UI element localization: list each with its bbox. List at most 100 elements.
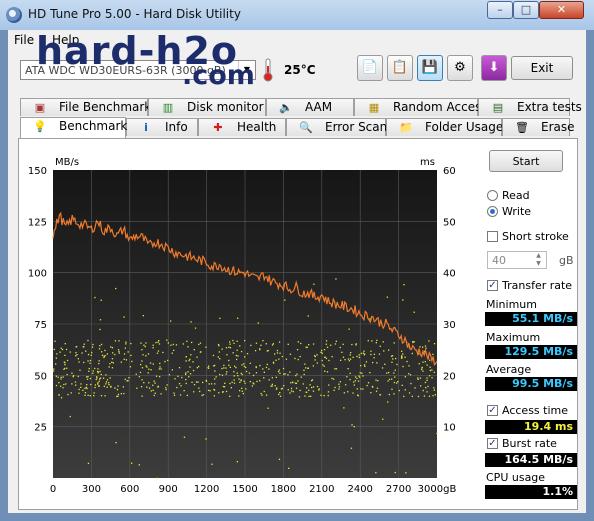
access-time-point [153, 394, 155, 397]
download-button[interactable]: ⬇ [481, 55, 507, 81]
read-radio[interactable] [487, 190, 498, 201]
tab-file-benchmark[interactable]: ▣ File Benchmark [20, 98, 151, 116]
access-time-point [268, 379, 270, 381]
access-time-point [174, 378, 176, 380]
access-time-point [186, 394, 188, 397]
access-time-point [246, 353, 249, 355]
access-time-point [130, 342, 132, 345]
access-time-point [257, 322, 259, 324]
info-icon: i [144, 121, 148, 134]
transfer-rate-checkbox[interactable]: ✓ [487, 280, 498, 291]
access-time-point [88, 367, 90, 370]
menu-file[interactable]: File [14, 33, 34, 47]
access-time-point [239, 345, 241, 347]
access-time-point [362, 352, 365, 354]
access-time-point [125, 343, 127, 345]
access-time-point [78, 361, 80, 363]
tab-folder-usage[interactable]: 📁 Folder Usage [386, 118, 503, 136]
access-time-point [424, 345, 427, 347]
access-time-point [279, 372, 281, 374]
access-time-point [249, 362, 251, 364]
access-time-point [146, 366, 148, 368]
access-time-point [325, 357, 328, 360]
access-time-point [278, 341, 281, 343]
access-time-point [285, 358, 288, 360]
access-time-point [351, 424, 353, 426]
options-button[interactable]: ⚙ [447, 55, 473, 81]
x-tick-label: 600 [120, 484, 139, 495]
access-time-point [348, 360, 350, 362]
tab-random-access[interactable]: ▦ Random Access [354, 98, 488, 116]
save-button[interactable]: 💾 [417, 55, 443, 81]
access-time-point [65, 348, 68, 351]
access-time-point [99, 378, 101, 380]
tab-info[interactable]: i Info [126, 118, 198, 136]
write-radio[interactable] [487, 206, 498, 217]
random-access-icon: ▦ [368, 101, 380, 114]
start-button[interactable]: Start [489, 150, 563, 172]
access-time-point [159, 376, 161, 378]
tab-erase[interactable]: 🗑 Erase [502, 118, 575, 136]
access-time-point [57, 376, 59, 378]
access-time-point [340, 359, 342, 361]
access-time-point [157, 386, 159, 388]
copy-button[interactable]: 📄 [357, 55, 383, 81]
tab-extra-tests[interactable]: ▤ Extra tests [478, 98, 582, 116]
access-time-point [225, 347, 228, 349]
access-time-point [106, 386, 108, 388]
access-time-point [150, 390, 152, 392]
access-time-point [310, 395, 312, 397]
tab-aam[interactable]: 🔈 AAM [266, 98, 354, 116]
spinner-arrows-icon[interactable]: ▲ ▼ [531, 252, 546, 268]
access-time-point [66, 373, 68, 376]
access-time-point [304, 363, 306, 365]
access-time-point [305, 346, 307, 348]
access-time-point [433, 389, 435, 391]
maximize-button[interactable]: □ [513, 1, 539, 19]
access-time-point [367, 382, 370, 384]
access-time-point [86, 378, 89, 380]
access-time-point [165, 388, 167, 391]
access-time-point [429, 359, 431, 361]
copy-info-button[interactable]: 📋 [387, 55, 413, 81]
access-time-point [243, 380, 245, 382]
access-time-point [64, 343, 66, 345]
magnifier-icon: 🔍 [299, 121, 313, 134]
minimize-button[interactable]: – [487, 1, 513, 19]
access-time-checkbox[interactable]: ✓ [487, 405, 498, 416]
access-time-point [140, 386, 143, 388]
access-time-point [321, 349, 323, 352]
access-time-point [259, 348, 261, 350]
access-time-point [118, 340, 120, 342]
access-time-point [420, 385, 422, 387]
tab-benchmark[interactable]: 💡 Benchmark [20, 117, 127, 138]
access-time-point [193, 384, 196, 386]
access-time-point [232, 352, 234, 354]
burst-rate-checkbox[interactable]: ✓ [487, 438, 498, 449]
exit-button[interactable]: Exit [511, 56, 573, 80]
access-time-point [238, 378, 240, 380]
access-time-point [58, 382, 60, 384]
close-button[interactable]: ✕ [539, 1, 584, 19]
access-time-point [283, 373, 285, 375]
tab-disk-monitor[interactable]: ▥ Disk monitor [148, 98, 266, 116]
access-time-point [338, 383, 340, 385]
short-stroke-checkbox[interactable] [487, 231, 498, 242]
tab-health[interactable]: ✚ Health [198, 118, 286, 136]
access-time-point [87, 339, 89, 342]
access-time-point [94, 384, 97, 386]
tab-error-scan[interactable]: 🔍 Error Scan [286, 118, 387, 136]
options-icon: ⚙ [454, 60, 466, 75]
access-time-point [426, 379, 428, 381]
access-time-point [196, 356, 198, 358]
access-time-point [287, 374, 289, 376]
access-time-point [91, 346, 94, 348]
access-time-point [402, 299, 404, 301]
access-time-point [233, 382, 236, 384]
access-time-point [283, 385, 285, 387]
access-time-point [356, 355, 358, 358]
access-time-point [221, 374, 224, 376]
access-time-point [349, 354, 351, 356]
access-time-point [229, 395, 231, 397]
access-time-point [417, 377, 419, 379]
